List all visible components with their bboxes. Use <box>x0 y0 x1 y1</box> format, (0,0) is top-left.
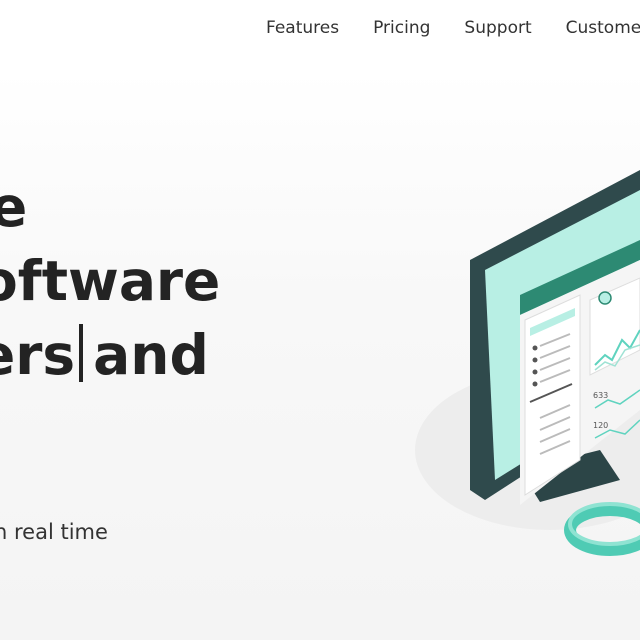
headline-line-2: oftware <box>0 249 221 313</box>
avatar <box>598 291 612 305</box>
headline-line-3-rest: and <box>93 323 209 387</box>
nav-features[interactable]: Features <box>266 18 339 44</box>
headline-line-3: ersand <box>0 318 209 392</box>
headline-line-1: e <box>0 175 28 239</box>
highlighted-word: ers <box>0 318 76 392</box>
nav-support[interactable]: Support <box>464 18 531 44</box>
hero-subtitle: n real time <box>0 520 108 544</box>
nav-pricing[interactable]: Pricing <box>373 18 430 44</box>
metric-633: 633 <box>593 391 608 400</box>
text-cursor <box>79 324 84 382</box>
dashboard-illustration: 633 120 <box>415 170 640 556</box>
nav-customers[interactable]: Customers <box>566 18 640 44</box>
top-nav: Features Pricing Support Customers <box>266 18 640 44</box>
metric-120: 120 <box>593 421 608 430</box>
